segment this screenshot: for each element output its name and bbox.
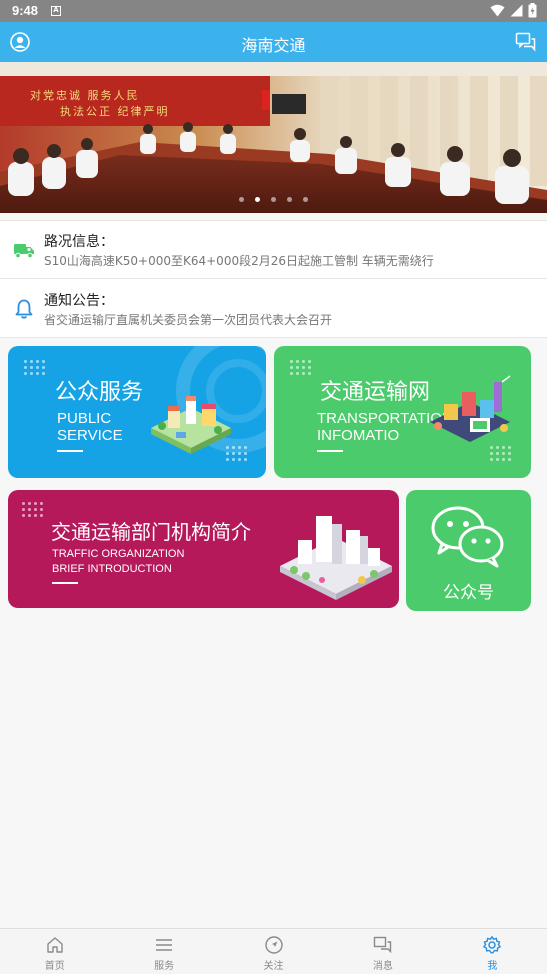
transport-network-title: 交通运输网 (320, 380, 431, 405)
news-panel: 路况信息： S10山海高速K50+000至K64+000段2月26日起施工管制 … (0, 220, 547, 338)
nav-me[interactable]: 我 (438, 929, 547, 974)
transport-network-card[interactable]: 交通运输网 TRANSPORTATION INFOMATIO (274, 346, 531, 478)
signal-icon (510, 4, 523, 17)
org-intro-title: 交通运输部门机构简介 (51, 520, 251, 544)
road-info-row[interactable]: 路况信息： S10山海高速K50+000至K64+000段2月26日起施工管制 … (0, 221, 547, 279)
city-illustration (151, 396, 231, 454)
underline-decoration (317, 450, 343, 452)
nav-me-label: 我 (487, 961, 498, 972)
gear-icon (483, 936, 502, 954)
message-icon (373, 936, 392, 954)
carousel-dot[interactable] (287, 197, 292, 202)
buildings-illustration (280, 516, 392, 600)
underline-decoration (57, 450, 83, 452)
status-bar: 9:48 A (0, 0, 547, 22)
nav-service[interactable]: 服务 (109, 929, 218, 974)
wechat-icon (431, 506, 504, 568)
compass-icon (264, 936, 283, 954)
road-info-text[interactable]: S10山海高速K50+000至K64+000段2月26日起施工管制 车辆无需绕行 (44, 252, 434, 269)
carousel-dot[interactable] (271, 197, 276, 202)
banner-slogan-1: 对党忠诚 服务人民 (30, 88, 140, 102)
carousel-dot[interactable] (303, 197, 308, 202)
notice-row[interactable]: 通知公告： 省交通运输厅直属机关委员会第一次团员代表大会召开 (0, 280, 547, 338)
carousel-indicator[interactable] (0, 197, 547, 202)
notification-a-icon: A (51, 6, 61, 16)
carousel-dot[interactable] (239, 197, 244, 202)
public-service-title: 公众服务 (55, 380, 144, 405)
status-time: 9:48 (12, 3, 39, 18)
transport-network-en-2: INFOMATIO (317, 427, 400, 444)
bell-icon (15, 299, 33, 319)
banner-slogan-2: 执法公正 纪律严明 (60, 104, 170, 118)
meeting-photo: 对党忠诚 服务人民 执法公正 纪律严明 (0, 62, 547, 213)
chat-icon[interactable] (515, 31, 537, 53)
page-title: 海南交通 (241, 36, 306, 55)
org-intro-en-1: TRAFFIC ORGANIZATION (52, 548, 185, 560)
wechat-account-card[interactable]: 公众号 (406, 490, 531, 611)
public-service-en-1: PUBLIC (57, 410, 112, 427)
org-intro-en-2: BRIEF INTRODUCTION (52, 563, 172, 575)
menu-icon (156, 939, 173, 951)
nav-follow[interactable]: 关注 (219, 929, 328, 974)
org-intro-card[interactable]: 交通运输部门机构简介 TRAFFIC ORGANIZATION BRIEF IN… (8, 490, 399, 608)
nav-service-label: 服务 (154, 961, 175, 972)
carousel-dot-active[interactable] (255, 197, 260, 202)
nav-follow-label: 关注 (263, 961, 284, 972)
nav-home-label: 首页 (44, 961, 65, 972)
dot-grid-decoration (290, 360, 311, 375)
dot-grid-decoration (22, 502, 43, 517)
home-icon (47, 937, 63, 953)
banner-carousel[interactable]: 对党忠诚 服务人民 执法公正 纪律严明 (0, 62, 547, 213)
system-icons (490, 3, 537, 18)
truck-icon (14, 244, 34, 259)
public-service-en-2: SERVICE (57, 427, 123, 444)
nav-message-label: 消息 (372, 961, 393, 972)
public-service-card[interactable]: 公众服务 PUBLIC SERVICE (8, 346, 266, 478)
notice-heading: 通知公告： (44, 293, 114, 309)
wifi-icon (490, 4, 505, 17)
nav-home[interactable]: 首页 (0, 929, 109, 974)
wechat-label: 公众号 (443, 583, 494, 603)
underline-decoration (52, 582, 78, 584)
app-header: 海南交通 (0, 22, 547, 62)
nav-message[interactable]: 消息 (328, 929, 437, 974)
dot-grid-decoration (490, 446, 511, 461)
notice-text[interactable]: 省交通运输厅直属机关委员会第一次团员代表大会召开 (44, 311, 332, 328)
battery-icon (528, 3, 537, 18)
network-illustration (430, 375, 511, 442)
road-info-heading: 路况信息： (44, 234, 114, 250)
dot-grid-decoration (24, 360, 45, 375)
bottom-nav: 首页 服务 关注 消息 我 (0, 928, 547, 974)
